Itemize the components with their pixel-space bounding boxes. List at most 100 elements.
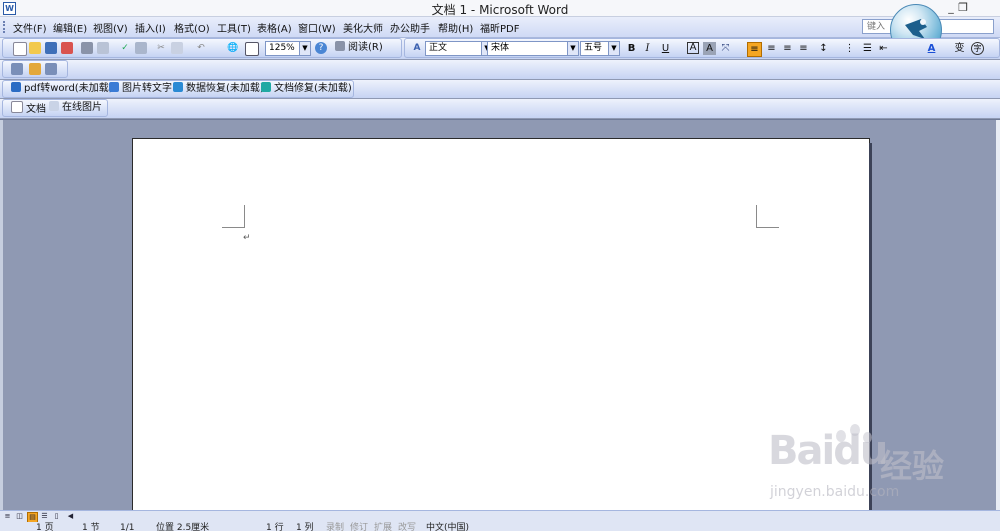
copy-icon[interactable] (171, 42, 183, 54)
menu-view[interactable]: 视图(V) (93, 20, 128, 35)
reading-view-icon[interactable]: ▯ (52, 512, 61, 521)
underline-button[interactable]: U (659, 42, 672, 55)
toolbar-row-4: 文档 在线图片 (0, 99, 1000, 118)
char-shading-button[interactable]: A (703, 42, 716, 55)
permission-icon[interactable] (61, 42, 73, 54)
menu-grip[interactable] (3, 21, 8, 33)
data-recovery-icon (173, 82, 183, 92)
size-dropdown-icon[interactable]: ▼ (608, 42, 619, 55)
status-position: 位置 2.5厘米 (156, 523, 210, 531)
phonetic-guide-button[interactable]: 变 (953, 42, 966, 55)
pdf-to-word-button[interactable]: pdf转word(未加载) (11, 82, 113, 96)
line-spacing-icon[interactable]: ↕ (817, 42, 830, 55)
menu-window[interactable]: 窗口(W) (298, 20, 336, 35)
styles-icon[interactable]: A (411, 42, 423, 54)
menu-insert[interactable]: 插入(I) (135, 20, 166, 35)
normal-view-icon[interactable]: ≡ (3, 512, 12, 521)
font-color-button[interactable]: A (925, 42, 938, 55)
menu-foxit-pdf[interactable]: 福昕PDF (480, 20, 519, 35)
char-border-button[interactable]: A (687, 42, 699, 54)
doc-repair-button[interactable]: 文档修复(未加载) (261, 82, 352, 96)
vertical-scrollbar[interactable] (996, 120, 1000, 511)
toolbar-row-3: pdf转word(未加载) 图片转文字 数据恢复(未加载) 文档修复(未加载) (0, 80, 1000, 98)
undo-icon[interactable]: ↶ (195, 42, 207, 54)
status-ext[interactable]: 扩展 (374, 522, 392, 531)
decrease-indent-icon[interactable]: ⇤ (877, 42, 890, 55)
menu-table[interactable]: 表格(A) (257, 20, 292, 35)
doc-toolbar: 文档 在线图片 (2, 99, 108, 117)
menu-format[interactable]: 格式(O) (174, 20, 210, 35)
justify-icon[interactable]: ≡ (797, 42, 810, 55)
numbering-icon[interactable]: ⋮ (843, 42, 856, 55)
bold-button[interactable]: B (625, 42, 638, 55)
zoom-dropdown-icon[interactable]: ▼ (299, 42, 310, 55)
status-ovr[interactable]: 改写 (398, 522, 416, 531)
help-icon[interactable]: ? (315, 42, 327, 54)
image-to-text-label: 图片转文字 (122, 83, 172, 94)
zoom-value: 125% (269, 43, 295, 53)
research-icon[interactable] (135, 42, 147, 54)
mini-tool-1-icon[interactable] (11, 63, 23, 75)
doc-repair-label: 文档修复(未加载) (274, 83, 352, 94)
online-image-button[interactable]: 在线图片 (49, 101, 102, 115)
spelling-icon[interactable]: ✓ (119, 42, 131, 54)
read-mode-button[interactable]: 阅读(R) (335, 41, 383, 55)
status-bar: 1 页 1 节 1/1 位置 2.5厘米 1 行 1 列 录制 修订 扩展 改写… (0, 522, 1000, 531)
menu-tools[interactable]: 工具(T) (217, 20, 251, 35)
menu-help[interactable]: 帮助(H) (438, 20, 473, 35)
menu-bar: 文件(F) 编辑(E) 视图(V) 插入(I) 格式(O) 工具(T) 表格(A… (0, 17, 1000, 38)
window-title: 文档 1 - Microsoft Word (431, 3, 569, 17)
web-view-icon[interactable]: ◫ (15, 512, 24, 521)
print-preview-icon[interactable] (97, 42, 109, 54)
cut-icon[interactable]: ✂ (155, 42, 167, 54)
image-to-text-icon (109, 82, 119, 92)
zoom-select[interactable]: 125% ▼ (265, 41, 311, 56)
paragraph-mark[interactable]: ↵ (243, 233, 251, 243)
align-left-icon[interactable]: ≡ (747, 42, 762, 57)
image-to-text-button[interactable]: 图片转文字 (109, 82, 172, 96)
size-select[interactable]: 五号 ▼ (580, 41, 620, 56)
data-recovery-button[interactable]: 数据恢复(未加载) (173, 82, 264, 96)
style-select[interactable]: 正文 ▼ (425, 41, 493, 56)
hyperlink-icon[interactable]: 🌐 (227, 42, 239, 54)
mini-tool-3-icon[interactable] (45, 63, 57, 75)
status-section: 1 节 (82, 523, 100, 531)
doc-button[interactable]: 文档 (11, 101, 46, 115)
mini-tool-2-icon[interactable] (29, 63, 41, 75)
online-image-icon (49, 101, 59, 111)
font-value: 宋体 (491, 43, 510, 53)
menu-office-assistant[interactable]: 办公助手 (390, 20, 430, 35)
outline-view-icon[interactable]: ☰ (40, 512, 49, 521)
status-rec[interactable]: 录制 (326, 522, 344, 531)
print-icon[interactable] (81, 42, 93, 54)
vertical-ruler (0, 120, 3, 511)
status-trk[interactable]: 修订 (350, 522, 368, 531)
margin-corner-top-left (222, 205, 245, 228)
font-dropdown-icon[interactable]: ▼ (567, 42, 578, 55)
online-image-label: 在线图片 (62, 102, 102, 113)
table-icon[interactable] (245, 42, 259, 56)
bullets-icon[interactable]: ☰ (861, 42, 874, 55)
restore-button[interactable]: ❐ (952, 1, 974, 14)
menu-file[interactable]: 文件(F) (13, 20, 47, 35)
scroll-left-icon[interactable]: ◀ (66, 512, 75, 521)
title-bar: W 文档 1 - Microsoft Word _ ❐ (0, 0, 1000, 17)
document-page[interactable]: ↵ (132, 138, 872, 516)
font-select[interactable]: 宋体 ▼ (487, 41, 579, 56)
open-icon[interactable] (29, 42, 41, 54)
align-center-icon[interactable]: ≡ (765, 42, 778, 55)
menu-beautify[interactable]: 美化大师 (343, 20, 383, 35)
new-icon[interactable] (13, 42, 27, 56)
size-value: 五号 (584, 43, 603, 53)
toolbar-row-2 (0, 60, 1000, 79)
menu-edit[interactable]: 编辑(E) (53, 20, 87, 35)
read-mode-icon (335, 41, 345, 51)
watermark-brand-cn: 经验 (880, 447, 945, 485)
italic-button[interactable]: I (641, 42, 654, 55)
save-icon[interactable] (45, 42, 57, 54)
doc-label: 文档 (26, 104, 46, 115)
align-right-icon[interactable]: ≡ (781, 42, 794, 55)
enclose-char-icon[interactable]: 字 (971, 42, 984, 55)
scale-icon[interactable]: ⤧ (719, 42, 732, 55)
data-recovery-label: 数据恢复(未加载) (186, 83, 264, 94)
